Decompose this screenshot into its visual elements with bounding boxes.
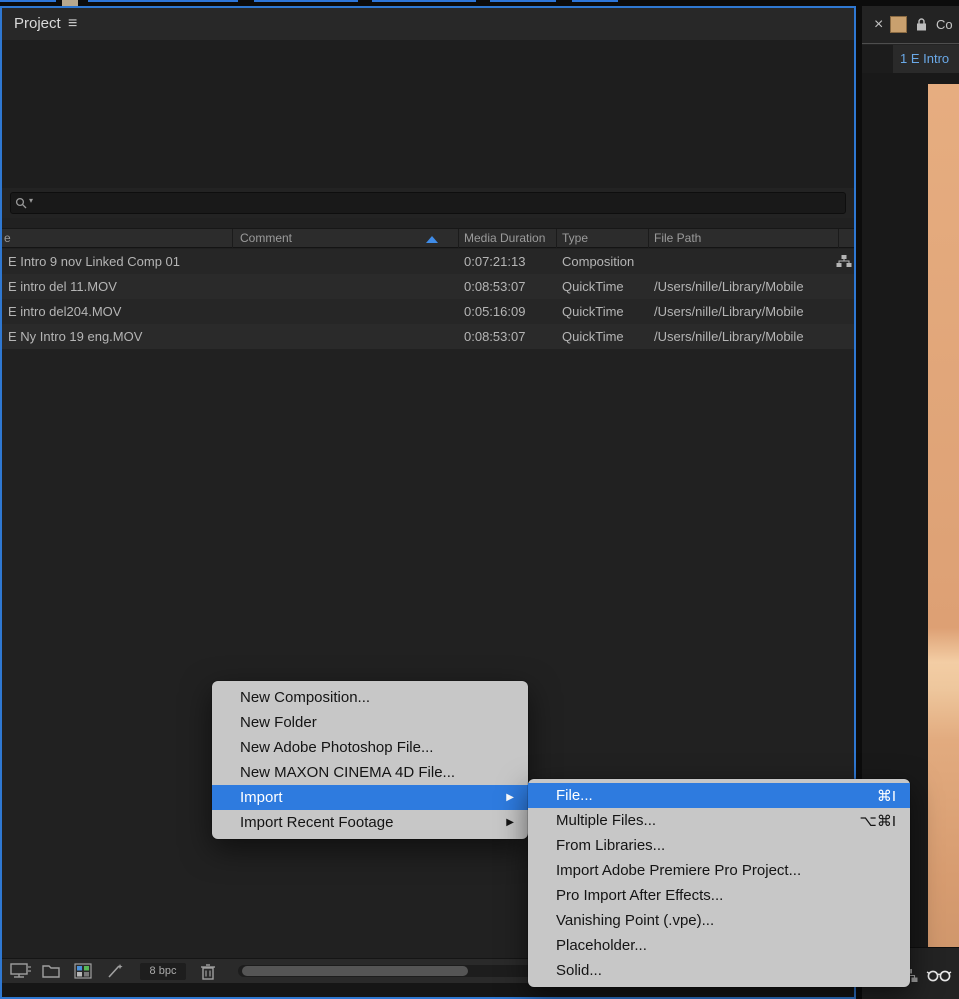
top-strip-blue-segment [372, 0, 476, 2]
top-strip-blue-segment [254, 0, 358, 2]
asset-path: /Users/nille/Library/Mobile [654, 329, 804, 344]
panel-header-label: Co [936, 17, 953, 32]
panel-title: Project [14, 15, 61, 32]
asset-path: /Users/nille/Library/Mobile [654, 304, 804, 319]
menu-item-new-composition[interactable]: New Composition... [212, 685, 528, 710]
table-row[interactable]: E Intro 9 nov Linked Comp 01 0:07:21:13 … [2, 249, 854, 274]
column-header-duration[interactable]: Media Duration [464, 229, 545, 248]
column-header-type[interactable]: Type [562, 229, 588, 248]
asset-type: QuickTime [562, 279, 624, 294]
asset-duration: 0:08:53:07 [464, 329, 526, 344]
shortcut-label: ⌘I [876, 787, 896, 805]
column-divider [648, 229, 649, 248]
menu-item-new-cinema4d-file[interactable]: New MAXON CINEMA 4D File... [212, 760, 528, 785]
table-header: e Comment Media Duration Type File Path [2, 228, 854, 248]
asset-path: /Users/nille/Library/Mobile [654, 279, 804, 294]
menu-item-new-folder[interactable]: New Folder [212, 710, 528, 735]
menu-item-import[interactable]: Import ▶ [212, 785, 528, 810]
asset-duration: 0:08:53:07 [464, 279, 526, 294]
asset-name: E intro del204.MOV [8, 304, 122, 319]
asset-type: Composition [562, 254, 635, 269]
viewer-tab-bar: 1 E Intro [862, 45, 959, 73]
top-strip-blue-segment [572, 0, 618, 2]
column-divider [232, 229, 233, 248]
bit-depth-button[interactable]: 8 bpc [140, 963, 186, 980]
trash-icon[interactable] [200, 963, 216, 980]
asset-name: E intro del 11.MOV [8, 279, 117, 294]
asset-name: E Ny Intro 19 eng.MOV [8, 329, 143, 344]
submenu-item-pro-import[interactable]: Pro Import After Effects... [528, 883, 910, 908]
submenu-item-solid[interactable]: Solid... [528, 958, 910, 983]
composition-flowchart-icon [836, 255, 852, 267]
search-bar: ▾ [2, 188, 854, 218]
submenu-item-from-libraries[interactable]: From Libraries... [528, 833, 910, 858]
panel-header: Project ≡ [2, 8, 854, 40]
menu-item-import-recent-footage[interactable]: Import Recent Footage ▶ [212, 810, 528, 835]
asset-duration: 0:05:16:09 [464, 304, 526, 319]
column-divider [458, 229, 459, 248]
table-row[interactable]: E intro del 11.MOV 0:08:53:07 QuickTime … [2, 274, 854, 299]
interpret-footage-icon[interactable] [10, 963, 32, 979]
column-header-comment[interactable]: Comment [240, 229, 292, 248]
import-submenu: File... ⌘I Multiple Files... ⌥⌘I From Li… [528, 779, 910, 987]
submenu-arrow-icon: ▶ [506, 792, 514, 803]
table-row[interactable]: E Ny Intro 19 eng.MOV 0:08:53:07 QuickTi… [2, 324, 854, 349]
column-header-name[interactable]: e [4, 229, 11, 248]
composition-panel-header: × Co [862, 6, 959, 44]
asset-list: E Intro 9 nov Linked Comp 01 0:07:21:13 … [2, 249, 854, 349]
panel-menu-icon[interactable]: ≡ [68, 8, 77, 40]
shortcut-label: ⌥⌘I [859, 812, 896, 830]
search-input[interactable] [10, 192, 846, 214]
panel-thumbnail-swatch [890, 16, 907, 33]
submenu-item-import-premiere-project[interactable]: Import Adobe Premiere Pro Project... [528, 858, 910, 883]
asset-name: E Intro 9 nov Linked Comp 01 [8, 254, 180, 269]
sort-ascending-icon[interactable] [426, 236, 438, 243]
glasses-3d-icon[interactable] [926, 968, 952, 982]
column-divider [556, 229, 557, 248]
composition-viewer-image [928, 84, 959, 947]
new-folder-icon[interactable] [42, 963, 60, 979]
preview-area [2, 40, 854, 188]
submenu-item-placeholder[interactable]: Placeholder... [528, 933, 910, 958]
submenu-arrow-icon: ▶ [506, 817, 514, 828]
project-settings-icon[interactable] [74, 963, 92, 979]
asset-type: QuickTime [562, 304, 624, 319]
submenu-item-vanishing-point[interactable]: Vanishing Point (.vpe)... [528, 908, 910, 933]
close-icon[interactable]: × [874, 6, 883, 44]
top-strip-blue-segment [490, 0, 556, 2]
top-strip-blue-segment [0, 0, 56, 2]
wand-icon[interactable] [106, 963, 124, 979]
column-header-path[interactable]: File Path [654, 229, 701, 248]
submenu-item-multiple-files[interactable]: Multiple Files... ⌥⌘I [528, 808, 910, 833]
horizontal-scrollbar-thumb[interactable] [242, 966, 468, 976]
submenu-item-file[interactable]: File... ⌘I [528, 783, 910, 808]
asset-duration: 0:07:21:13 [464, 254, 526, 269]
search-icon [15, 197, 27, 209]
table-row[interactable]: E intro del204.MOV 0:05:16:09 QuickTime … [2, 299, 854, 324]
column-divider [838, 229, 839, 248]
menu-item-new-photoshop-file[interactable]: New Adobe Photoshop File... [212, 735, 528, 760]
context-menu: New Composition... New Folder New Adobe … [212, 681, 528, 839]
asset-type: QuickTime [562, 329, 624, 344]
search-dropdown-icon[interactable]: ▾ [29, 196, 33, 205]
tab-composition-viewer[interactable]: 1 E Intro [893, 45, 959, 73]
top-strip-blue-segment [88, 0, 238, 2]
lock-icon[interactable] [916, 18, 927, 31]
